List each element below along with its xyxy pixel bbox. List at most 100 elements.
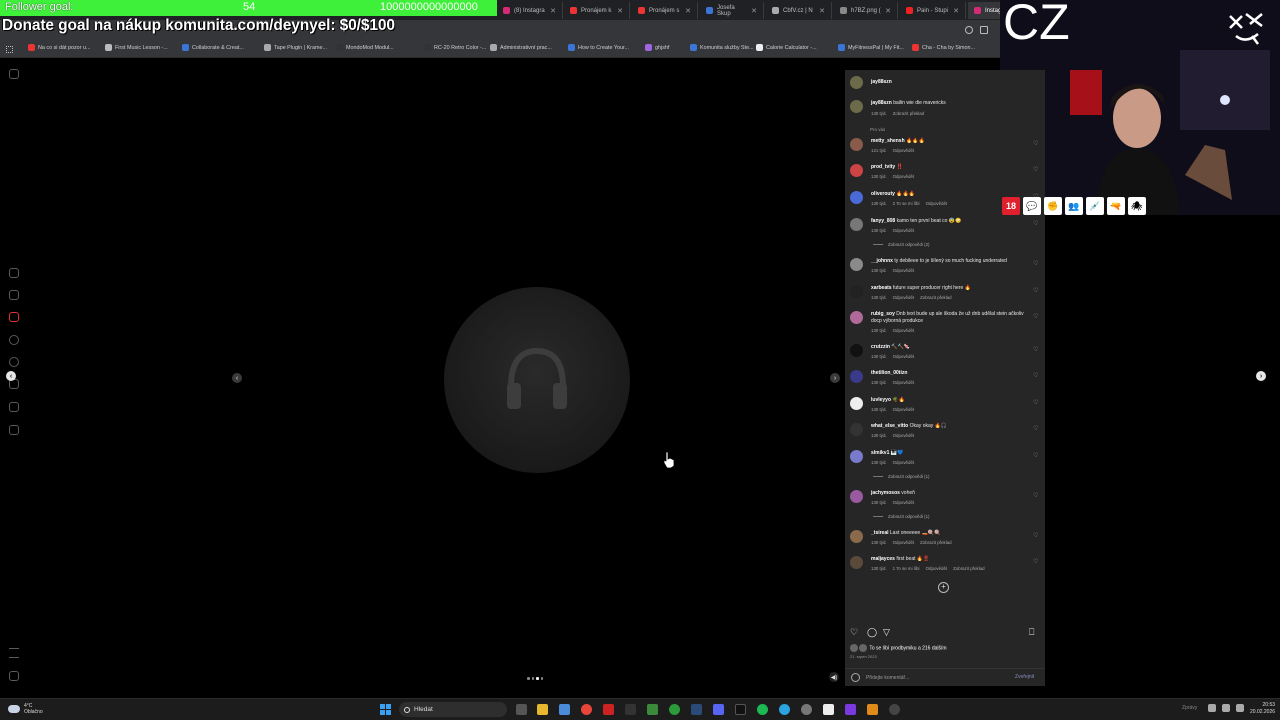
media-next-button[interactable]: › (830, 373, 840, 383)
avatar[interactable] (850, 218, 863, 231)
comment-action[interactable]: Odpovědět (926, 201, 947, 206)
translate-link[interactable]: Zobrazit překlad (893, 111, 924, 116)
avatar[interactable] (850, 423, 863, 436)
battery-icon[interactable] (1236, 704, 1244, 712)
like-heart-icon[interactable]: ♡ (1033, 221, 1039, 227)
avatar[interactable] (850, 285, 863, 298)
mute-button[interactable]: ◀) (829, 672, 839, 682)
steam-icon[interactable] (691, 704, 702, 715)
instagram-icon[interactable] (9, 69, 19, 79)
taskbar-search[interactable]: Hledat (399, 702, 507, 717)
avatar[interactable] (850, 258, 863, 271)
comment-action[interactable]: Odpovědět (926, 566, 947, 571)
bookmark-item[interactable]: Administrativní prac... (490, 44, 552, 51)
bookmark-item[interactable]: RC-20 Retro Color -... (424, 44, 486, 51)
bookmark-item[interactable]: MondoMod Modul... (336, 44, 394, 51)
like-heart-icon[interactable]: ♡ (1033, 426, 1039, 432)
comment-username[interactable]: __johnnx (871, 258, 893, 264)
weather-widget[interactable]: 4°C Oblačno (8, 703, 43, 715)
comment-action[interactable]: Odpovědět (893, 328, 914, 333)
bookmark-item[interactable]: Collaborate & Creat... (182, 44, 244, 51)
avatar[interactable] (850, 530, 863, 543)
comment-icon[interactable]: ◯ (867, 627, 877, 637)
file-explorer-icon[interactable] (537, 704, 548, 715)
comment-action[interactable]: Odpovědět (893, 540, 914, 545)
comment-action[interactable]: Odpovědět (893, 433, 914, 438)
browser-tab[interactable]: CbfV.cz | N ✕ (766, 2, 832, 19)
widgets-icon[interactable] (559, 704, 570, 715)
comment-action[interactable]: Odpovědět (893, 500, 914, 505)
tiktok-icon[interactable] (735, 704, 746, 715)
windows-start-icon[interactable] (380, 704, 391, 715)
like-heart-icon[interactable]: ♡ (1033, 559, 1039, 565)
wifi-icon[interactable] (1208, 704, 1216, 712)
app-purple-icon[interactable] (845, 704, 856, 715)
download-icon[interactable] (980, 26, 988, 34)
browser-tab[interactable]: Pronájem s ✕ (632, 2, 698, 19)
caption-author[interactable]: jay88szn (871, 100, 892, 106)
fl-studio-icon[interactable] (867, 704, 878, 715)
explore-icon[interactable] (9, 357, 19, 367)
app-red-icon[interactable] (603, 704, 614, 715)
comment-action[interactable]: Zobrazit překlad (920, 540, 951, 545)
comment-input[interactable] (866, 672, 1006, 683)
meta-icon[interactable] (9, 671, 19, 681)
search-icon[interactable] (965, 26, 973, 34)
volume-icon[interactable] (1222, 704, 1230, 712)
xbox-icon[interactable] (669, 704, 680, 715)
media-prev-button[interactable]: ‹ (232, 373, 242, 383)
comment-action[interactable]: Odpovědět (893, 380, 914, 385)
comment-username[interactable]: metty_shensh (871, 138, 905, 144)
bookmark-item[interactable]: Calorie Calculator -... (756, 44, 817, 51)
avatar[interactable] (850, 370, 863, 383)
app-green-icon[interactable] (647, 704, 658, 715)
like-heart-icon[interactable]: ♡ (1033, 400, 1039, 406)
likes-text[interactable]: To se líbí prodbymiku a 216 dalším (869, 645, 946, 651)
messages-icon[interactable] (9, 312, 19, 322)
comment-username[interactable]: crutzzin (871, 344, 890, 350)
browser-tab[interactable]: Instag (968, 2, 1001, 19)
close-tab-icon[interactable]: ✕ (885, 7, 891, 15)
chevron-right-icon[interactable]: › (1256, 371, 1266, 381)
view-replies-link[interactable]: Zobrazit odpovědi (1) (873, 514, 930, 519)
comment-username[interactable]: xarbeats (871, 285, 892, 291)
task-view-icon[interactable] (516, 704, 527, 715)
app-g-icon[interactable] (625, 704, 636, 715)
chevron-left-icon[interactable]: ‹ (6, 371, 16, 381)
create-icon[interactable] (9, 402, 19, 412)
comment-action[interactable]: 1 To se mi líbí (893, 566, 920, 571)
reels-icon[interactable] (9, 290, 19, 300)
comment-username[interactable]: thetilion_00tizn (871, 370, 907, 376)
bookmark-item[interactable]: Tape Plugin | Krame... (264, 44, 327, 51)
chrome-icon[interactable] (581, 704, 592, 715)
browser-tab[interactable]: Josefa Skup ✕ (700, 2, 764, 19)
avatar[interactable] (850, 344, 863, 357)
comment-action[interactable]: Odpovědět (893, 228, 914, 233)
comment-username[interactable]: oliverouty (871, 191, 895, 197)
save-bookmark-icon[interactable]: ⎕ (1029, 627, 1039, 637)
comment-username[interactable]: maljayces (871, 556, 895, 562)
avatar[interactable] (850, 450, 863, 463)
like-heart-icon[interactable]: ♡ (1033, 453, 1039, 459)
comment-action[interactable]: Odpovědět (893, 268, 914, 273)
bookmark-item[interactable]: How to Create Your... (568, 44, 629, 51)
close-tab-icon[interactable]: ✕ (685, 7, 691, 15)
bookmark-item[interactable]: ghjshf (645, 44, 669, 51)
menu-icon[interactable] (9, 648, 19, 658)
comment-action[interactable]: Zobrazit překlad (953, 566, 984, 571)
bookmark-item[interactable]: Cha - Cha by Simon... (912, 44, 975, 51)
like-heart-icon[interactable]: ♡ (1033, 373, 1039, 379)
avatar[interactable] (850, 100, 863, 113)
close-tab-icon[interactable]: ✕ (617, 7, 623, 15)
close-tab-icon[interactable]: ✕ (953, 7, 959, 15)
search-icon[interactable] (9, 335, 19, 345)
share-icon[interactable]: ▽ (883, 627, 893, 637)
comment-username[interactable]: rubig_soy (871, 311, 895, 317)
comment-action[interactable]: Odpovědět (893, 174, 914, 179)
avatar[interactable] (850, 191, 863, 204)
close-tab-icon[interactable]: ✕ (550, 7, 556, 15)
comment-action[interactable]: 2 To se mi líbí (893, 201, 920, 206)
avatar[interactable] (850, 490, 863, 503)
view-replies-link[interactable]: Zobrazit odpovědi (2) (873, 242, 930, 247)
discord-icon[interactable] (713, 704, 724, 715)
